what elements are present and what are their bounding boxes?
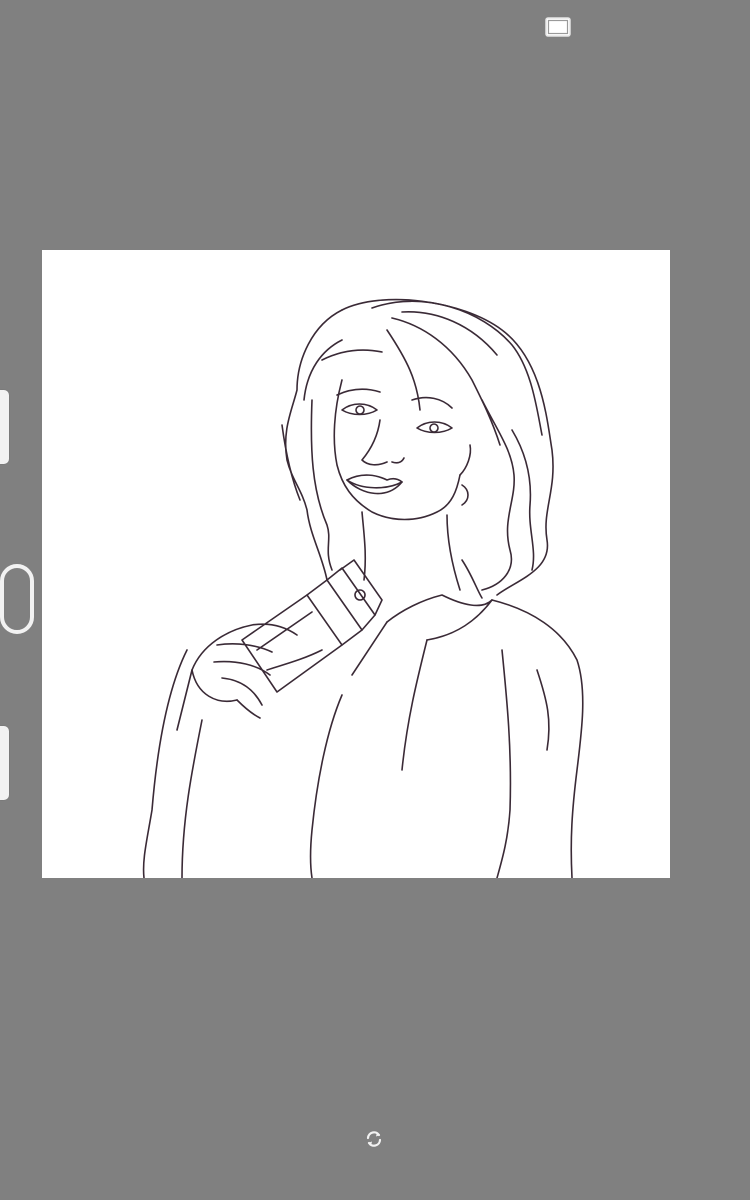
rotate-button[interactable]: [364, 1129, 384, 1149]
workspace: [0, 0, 750, 1200]
fullscreen-button[interactable]: [545, 17, 571, 37]
sidebar-handle-bottom[interactable]: [0, 726, 9, 800]
drawing-canvas[interactable]: [42, 250, 670, 878]
fullscreen-icon: [545, 17, 571, 37]
sidebar-ring[interactable]: [0, 562, 42, 636]
rotate-icon: [366, 1131, 382, 1147]
handle-ring-icon: [0, 564, 34, 634]
sidebar-handle-top[interactable]: [0, 390, 9, 464]
line-art-drawing: [142, 298, 584, 878]
